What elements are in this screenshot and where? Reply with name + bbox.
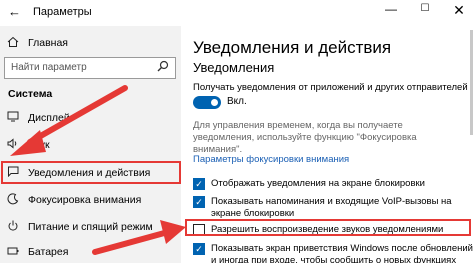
search-input[interactable]: Найти параметр — [4, 57, 176, 79]
sidebar-item-sound[interactable]: Звук — [0, 134, 181, 156]
get-notifications-label: Получать уведомления от приложений и дру… — [193, 82, 468, 93]
focus-assist-icon — [6, 192, 20, 208]
focus-settings-link[interactable]: Параметры фокусировки внимания — [193, 154, 349, 165]
sidebar-item-label: Фокусировка внимания — [28, 194, 142, 206]
lockscreen-notifications-checkbox[interactable]: ✓ — [193, 178, 205, 190]
battery-icon — [6, 246, 20, 259]
sidebar-item-label: Главная — [28, 37, 68, 49]
power-icon — [6, 220, 20, 235]
toggle-knob — [211, 99, 218, 106]
sidebar-item-focus-assist[interactable]: Фокусировка внимания — [0, 189, 181, 211]
checkbox-label-line-2: и иногда при входе, чтобы сообщить о нов… — [211, 255, 457, 263]
page-title: Уведомления и действия — [193, 38, 392, 57]
sidebar-item-battery[interactable]: Батарея — [0, 241, 181, 263]
toggle-state-label: Вкл. — [227, 96, 247, 107]
welcome-experience-checkbox[interactable]: ✓ — [193, 243, 205, 255]
window-title: Параметры — [33, 6, 92, 18]
section-subtitle: Уведомления — [193, 60, 275, 75]
sidebar-item-power[interactable]: Питание и спящий режим — [0, 216, 181, 238]
close-button[interactable]: ✕ — [448, 2, 470, 19]
search-icon — [157, 60, 169, 77]
reminders-voip-checkbox[interactable]: ✓ — [193, 196, 205, 208]
home-icon — [6, 36, 20, 51]
display-icon — [6, 111, 20, 125]
checkbox-label: Показывать экран приветствия Windows пос… — [211, 243, 473, 254]
sound-icon — [6, 138, 20, 152]
notifications-toggle[interactable] — [193, 96, 221, 109]
checkbox-label: Показывать напоминания и входящие VoIP-в… — [211, 196, 452, 207]
sidebar-section-title: Система — [8, 88, 53, 100]
scrollbar[interactable] — [470, 30, 473, 135]
highlight-frame-sidebar — [1, 161, 181, 184]
focus-info-line-2: уведомления, используйте функцию "Фокуси… — [193, 132, 417, 143]
highlight-frame-checkbox — [185, 219, 471, 236]
sidebar-item-display[interactable]: Дисплей — [0, 107, 181, 129]
title-bar: ← Параметры — ☐ ✕ — [0, 0, 474, 26]
search-placeholder: Найти параметр — [11, 62, 87, 73]
sidebar-item-label: Питание и спящий режим — [28, 221, 153, 233]
back-arrow-icon[interactable]: ← — [8, 4, 21, 19]
maximize-button[interactable]: ☐ — [414, 3, 436, 14]
sidebar-item-home[interactable]: Главная — [0, 32, 181, 54]
minimize-button[interactable]: — — [380, 2, 402, 16]
sidebar-item-label: Батарея — [28, 246, 69, 258]
sidebar-item-label: Дисплей — [28, 112, 70, 124]
focus-info-line-1: Для управления временем, когда вы получа… — [193, 120, 403, 131]
sidebar-item-label: Звук — [28, 139, 50, 151]
checkbox-label: Отображать уведомления на экране блокиро… — [211, 178, 425, 189]
